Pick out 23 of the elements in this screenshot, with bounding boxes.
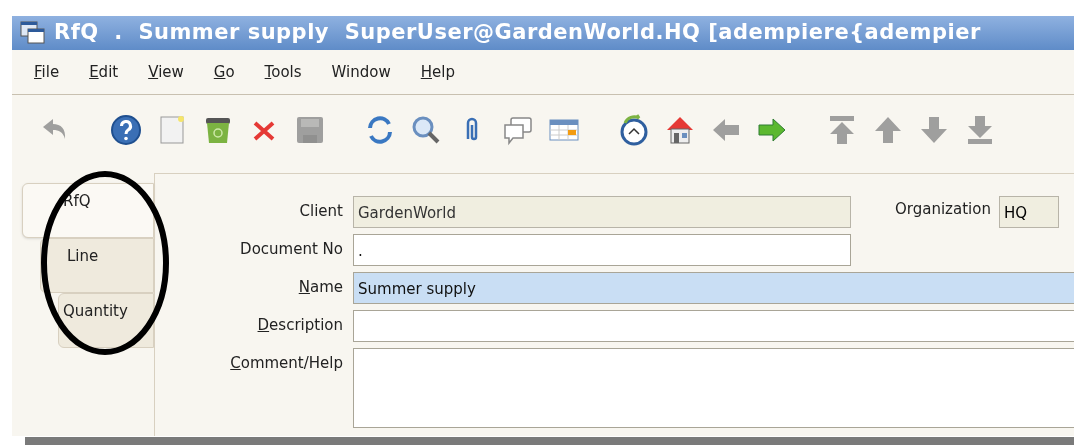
text-area[interactable] — [353, 348, 1074, 428]
tab[interactable]: Quantity — [58, 293, 154, 348]
input-field[interactable]: . — [353, 234, 851, 266]
field-label: Description — [256, 315, 344, 336]
field-label: Client — [298, 201, 344, 222]
field-label: Document No — [239, 239, 344, 260]
input-field[interactable]: Summer supply — [353, 272, 1074, 304]
window-title: RfQ . Summer supply SuperUser@GardenWorld.HQ [adempiere{adempier — [54, 19, 981, 47]
field-label: Comment/Help — [229, 353, 344, 374]
menu-item[interactable]: Go — [213, 60, 235, 84]
input-field[interactable] — [353, 310, 1074, 342]
menu-item[interactable]: File — [34, 60, 60, 84]
menu-item[interactable]: Tools — [264, 60, 302, 84]
menu-item[interactable]: Edit — [89, 60, 119, 84]
menu-item[interactable]: Window — [331, 60, 391, 84]
field-label: Organization — [895, 199, 992, 220]
input-field[interactable]: HQ — [998, 196, 1059, 228]
tab[interactable]: Line — [40, 238, 154, 293]
input-field[interactable]: GardenWorld — [353, 196, 851, 228]
menu-item[interactable]: Help — [420, 60, 455, 84]
field-label: Name — [297, 277, 344, 298]
menu-item[interactable]: View — [148, 60, 184, 84]
window-icon — [20, 21, 46, 45]
